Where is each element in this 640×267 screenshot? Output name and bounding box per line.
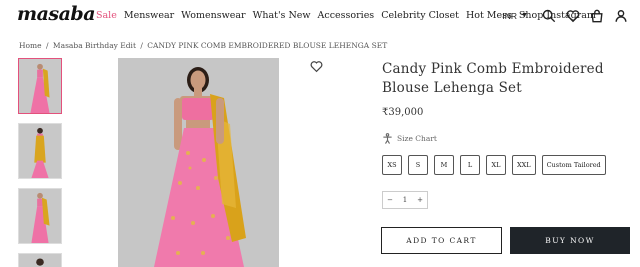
nav-item-sale[interactable]: Sale <box>96 10 117 21</box>
add-to-cart-button[interactable]: ADD TO CART <box>381 227 502 254</box>
nav-item-celebrity-closet[interactable]: Celebrity Closet <box>381 10 459 21</box>
bag-icon[interactable] <box>589 8 604 23</box>
caret-down-icon: ▼ <box>521 12 528 19</box>
breadcrumb-separator: / <box>46 41 49 50</box>
currency-selector[interactable]: INR ▼ <box>502 11 528 21</box>
user-icon[interactable] <box>613 8 628 23</box>
nav-item-womenswear[interactable]: Womenswear <box>181 10 245 21</box>
brand-logo[interactable]: masaba <box>17 3 96 25</box>
size-option-m[interactable]: M <box>434 155 454 175</box>
product-thumbnail[interactable] <box>18 123 62 179</box>
size-chart-link[interactable]: Size Chart <box>382 133 437 144</box>
main-product-image[interactable] <box>118 58 279 267</box>
product-thumbnail[interactable] <box>18 58 62 114</box>
currency-label: INR <box>502 10 518 21</box>
nav-item-whats-new[interactable]: What's New <box>253 10 311 21</box>
breadcrumb-home[interactable]: Home <box>19 41 42 50</box>
product-price: ₹39,000 <box>382 107 424 118</box>
breadcrumb-collection[interactable]: Masaba Birthday Edit <box>53 41 136 50</box>
size-option-l[interactable]: L <box>460 155 480 175</box>
header-actions: INR ▼ <box>502 8 628 23</box>
breadcrumb-separator: / <box>140 41 143 50</box>
search-icon[interactable] <box>541 8 556 23</box>
breadcrumb: Home / Masaba Birthday Edit / CANDY PINK… <box>19 41 387 50</box>
size-options: XS S M L XL XXL Custom Tailored <box>382 155 606 175</box>
heart-icon[interactable] <box>565 8 580 23</box>
size-option-xl[interactable]: XL <box>486 155 506 175</box>
product-thumbnail[interactable] <box>18 188 62 244</box>
size-chart-icon <box>383 133 392 144</box>
product-title: Candy Pink Comb Embroidered Blouse Lehen… <box>382 61 604 96</box>
size-option-s[interactable]: S <box>408 155 428 175</box>
size-chart-label: Size Chart <box>397 134 437 143</box>
quantity-stepper: − 1 + <box>382 191 428 209</box>
wishlist-heart-icon[interactable] <box>310 58 324 73</box>
size-option-xxl[interactable]: XXL <box>512 155 536 175</box>
qty-decrease-button[interactable]: − <box>383 196 397 204</box>
breadcrumb-current: CANDY PINK COMB EMBROIDERED BLOUSE LEHEN… <box>147 41 388 50</box>
size-option-xs[interactable]: XS <box>382 155 402 175</box>
nav-item-accessories[interactable]: Accessories <box>318 10 375 21</box>
qty-value[interactable]: 1 <box>398 196 412 204</box>
qty-increase-button[interactable]: + <box>413 196 427 204</box>
product-thumbnail[interactable] <box>18 253 62 267</box>
buy-now-button[interactable]: BUY NOW <box>510 227 630 254</box>
site-header: masaba Sale Menswear Womenswear What's N… <box>0 0 640 32</box>
nav-item-menswear[interactable]: Menswear <box>124 10 174 21</box>
size-option-custom-tailored[interactable]: Custom Tailored <box>541 155 606 175</box>
